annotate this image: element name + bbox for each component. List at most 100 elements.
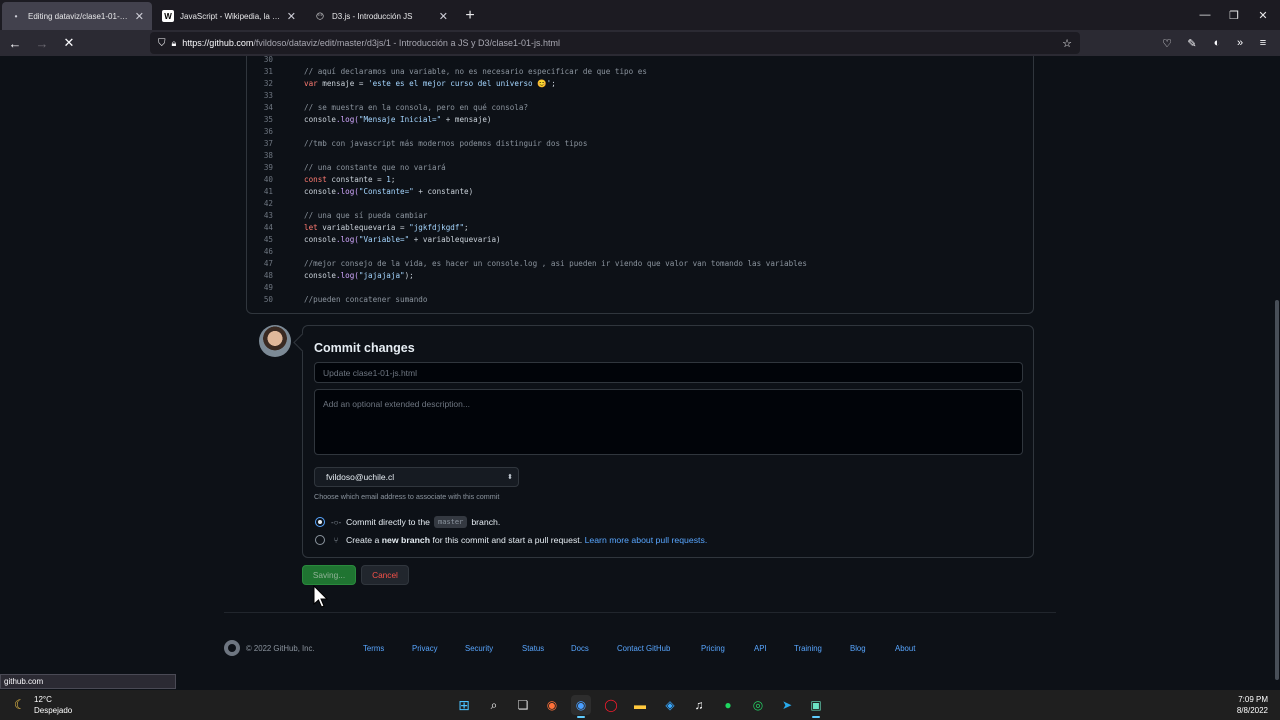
code-line[interactable]: 50 //pueden concatener sumando xyxy=(247,294,1033,306)
code-token: + variablequevaria) xyxy=(409,235,501,244)
moon-weather-icon[interactable]: ☾ xyxy=(14,697,26,713)
firefox-icon[interactable]: ◉ xyxy=(542,695,562,715)
footer-link-docs[interactable]: Docs xyxy=(571,644,589,653)
tab-editing-dataviz[interactable]: • Editing dataviz/clase1-01-js.html ✕ xyxy=(2,2,152,30)
code-line[interactable]: 40 const constante = 1; xyxy=(247,174,1033,186)
music-icon[interactable]: ♫ xyxy=(689,695,709,715)
line-number: 40 xyxy=(263,175,273,184)
code-token: variablequevaria = xyxy=(317,223,410,232)
bookmark-star-icon[interactable]: ☆ xyxy=(1062,37,1072,50)
learn-more-pr-link[interactable]: Learn more about pull requests. xyxy=(585,535,708,545)
code-line[interactable]: 38 xyxy=(247,150,1033,162)
code-text: //tmb con javascript más modernos podemo… xyxy=(304,138,587,150)
code-line[interactable]: 49 xyxy=(247,282,1033,294)
address-bar[interactable]: ⛉ 🔒︎ https://github.com/fvildoso/dataviz… xyxy=(150,32,1080,54)
code-text: let variablequevaria = "jgkfdjkgdf"; xyxy=(304,222,469,234)
saving-button[interactable]: Saving... xyxy=(302,565,356,585)
shield-icon[interactable]: ⛉ xyxy=(158,38,166,49)
scrollbar-thumb[interactable] xyxy=(1275,300,1279,680)
commit-summary-input[interactable]: Update clase1-01-js.html xyxy=(314,362,1023,383)
task-view-icon[interactable]: ❏ xyxy=(513,695,533,715)
tab-wikipedia-javascript[interactable]: W JavaScript - Wikipedia, la enciclopedi… xyxy=(154,2,304,30)
window-close-icon[interactable]: ✕ xyxy=(1246,0,1280,30)
extension-icon[interactable]: ◐ xyxy=(1209,35,1225,51)
clock-time[interactable]: 7:09 PM xyxy=(1238,695,1268,704)
code-line[interactable]: 48 console.log("jajajaja"); xyxy=(247,270,1033,282)
footer-link-pricing[interactable]: Pricing xyxy=(701,644,725,653)
code-line[interactable]: 31 // aquí declaramos una variable, no es… xyxy=(247,66,1033,78)
code-line[interactable]: 32 var mensaje = 'este es el mejor curso … xyxy=(247,78,1033,90)
code-editor-app-icon[interactable]: ▣ xyxy=(806,695,826,718)
search-icon[interactable]: ⌕ xyxy=(484,695,504,715)
tab-title: D3.js - Introducción JS xyxy=(332,11,413,21)
code-token: .log( xyxy=(336,187,359,196)
code-line[interactable]: 36 xyxy=(247,126,1033,138)
code-line[interactable]: 35 console.log("Mensaje Inicial=" + mensa… xyxy=(247,114,1033,126)
whatsapp-icon[interactable]: ◎ xyxy=(748,695,768,715)
overflow-chevron-icon[interactable]: » xyxy=(1232,35,1248,51)
footer-link-security[interactable]: Security xyxy=(465,644,493,653)
code-token: .log( xyxy=(336,115,359,124)
code-line[interactable]: 34 // se muestra en la consola, pero en q… xyxy=(247,102,1033,114)
code-line[interactable]: 44 let variablequevaria = "jgkfdjkgdf"; xyxy=(247,222,1033,234)
opera-icon[interactable]: ◯ xyxy=(601,695,621,715)
code-editor[interactable]: 30 31 // aquí declaramos una variable, no … xyxy=(246,56,1034,314)
code-line[interactable]: 46 xyxy=(247,246,1033,258)
code-line[interactable]: 37 //tmb con javascript más modernos pode… xyxy=(247,138,1033,150)
store-icon[interactable]: ◈ xyxy=(660,695,680,715)
radio-new-branch[interactable] xyxy=(315,535,325,545)
github-logo-icon[interactable] xyxy=(224,640,240,656)
weather-description[interactable]: Despejado xyxy=(34,706,72,715)
firefox-dev-icon[interactable]: ◉ xyxy=(571,695,591,718)
spotify-icon[interactable]: ● xyxy=(718,695,738,715)
line-number: 43 xyxy=(263,211,273,220)
code-line[interactable]: 33 xyxy=(247,90,1033,102)
summary-placeholder: Update clase1-01-js.html xyxy=(323,367,418,378)
code-line[interactable]: 41 console.log("Constante=" + constante) xyxy=(247,186,1033,198)
footer-link-api[interactable]: API xyxy=(754,644,767,653)
windows-start-icon[interactable]: ⊞ xyxy=(454,695,474,715)
commit-direct-option[interactable]: -○- Commit directly to the master branch… xyxy=(315,516,500,528)
code-line[interactable]: 43 // una que sí pueda cambiar xyxy=(247,210,1033,222)
footer-link-blog[interactable]: Blog xyxy=(850,644,866,653)
forward-arrow-icon[interactable]: → xyxy=(30,31,54,55)
radio-commit-direct[interactable] xyxy=(315,517,325,527)
pocket-icon[interactable]: ♡ xyxy=(1159,35,1175,51)
telegram-icon[interactable]: ➤ xyxy=(777,695,797,715)
footer-link-about[interactable]: About xyxy=(895,644,915,653)
tab-title: JavaScript - Wikipedia, la enciclopedia … xyxy=(180,11,281,21)
new-tab-button[interactable]: + xyxy=(456,2,484,30)
avatar[interactable] xyxy=(259,325,291,357)
footer-link-terms[interactable]: Terms xyxy=(363,644,384,653)
code-line[interactable]: 42 xyxy=(247,198,1033,210)
email-value: fvildoso@uchile.cl xyxy=(326,472,395,482)
back-arrow-icon[interactable]: ← xyxy=(3,31,27,55)
file-explorer-icon[interactable]: ▬ xyxy=(630,695,650,715)
code-line[interactable]: 30 xyxy=(247,56,1033,66)
commit-email-select[interactable]: fvildoso@uchile.cl ⬍ xyxy=(314,467,519,487)
close-icon[interactable]: ✕ xyxy=(135,10,144,23)
line-number: 50 xyxy=(263,295,273,304)
tab-d3js-intro[interactable]: 😶 D3.js - Introducción JS ✕ xyxy=(306,2,456,30)
close-icon[interactable]: ✕ xyxy=(287,10,296,23)
url-host: https://github.com xyxy=(182,38,254,48)
footer-link-status[interactable]: Status xyxy=(522,644,544,653)
weather-temperature[interactable]: 12°C xyxy=(34,695,52,704)
lock-icon[interactable]: 🔒︎ xyxy=(172,38,177,49)
code-line[interactable]: 47 //mejor consejo de la vida, es hacer u… xyxy=(247,258,1033,270)
link-status-bar: github.com xyxy=(0,674,176,689)
footer-link-training[interactable]: Training xyxy=(794,644,822,653)
commit-new-branch-option[interactable]: ⑂ Create a new branch for this commit an… xyxy=(315,535,707,545)
clock-date[interactable]: 8/8/2022 xyxy=(1237,706,1268,715)
footer-link-contact[interactable]: Contact GitHub xyxy=(617,644,670,653)
code-line[interactable]: 39 // una constante que no variará xyxy=(247,162,1033,174)
close-icon[interactable]: ✕ xyxy=(439,10,448,23)
wrench-icon[interactable]: ✎ xyxy=(1184,35,1200,51)
stop-loading-icon[interactable]: ✕ xyxy=(57,31,81,55)
code-line[interactable]: 45 console.log("Variable=" + variablequev… xyxy=(247,234,1033,246)
commit-description-input[interactable]: Add an optional extended description... xyxy=(314,389,1023,455)
footer-link-privacy[interactable]: Privacy xyxy=(412,644,438,653)
cancel-button[interactable]: Cancel xyxy=(361,565,409,585)
option-new-bold: new branch xyxy=(381,535,431,545)
hamburger-menu-icon[interactable]: ≡ xyxy=(1255,35,1271,51)
